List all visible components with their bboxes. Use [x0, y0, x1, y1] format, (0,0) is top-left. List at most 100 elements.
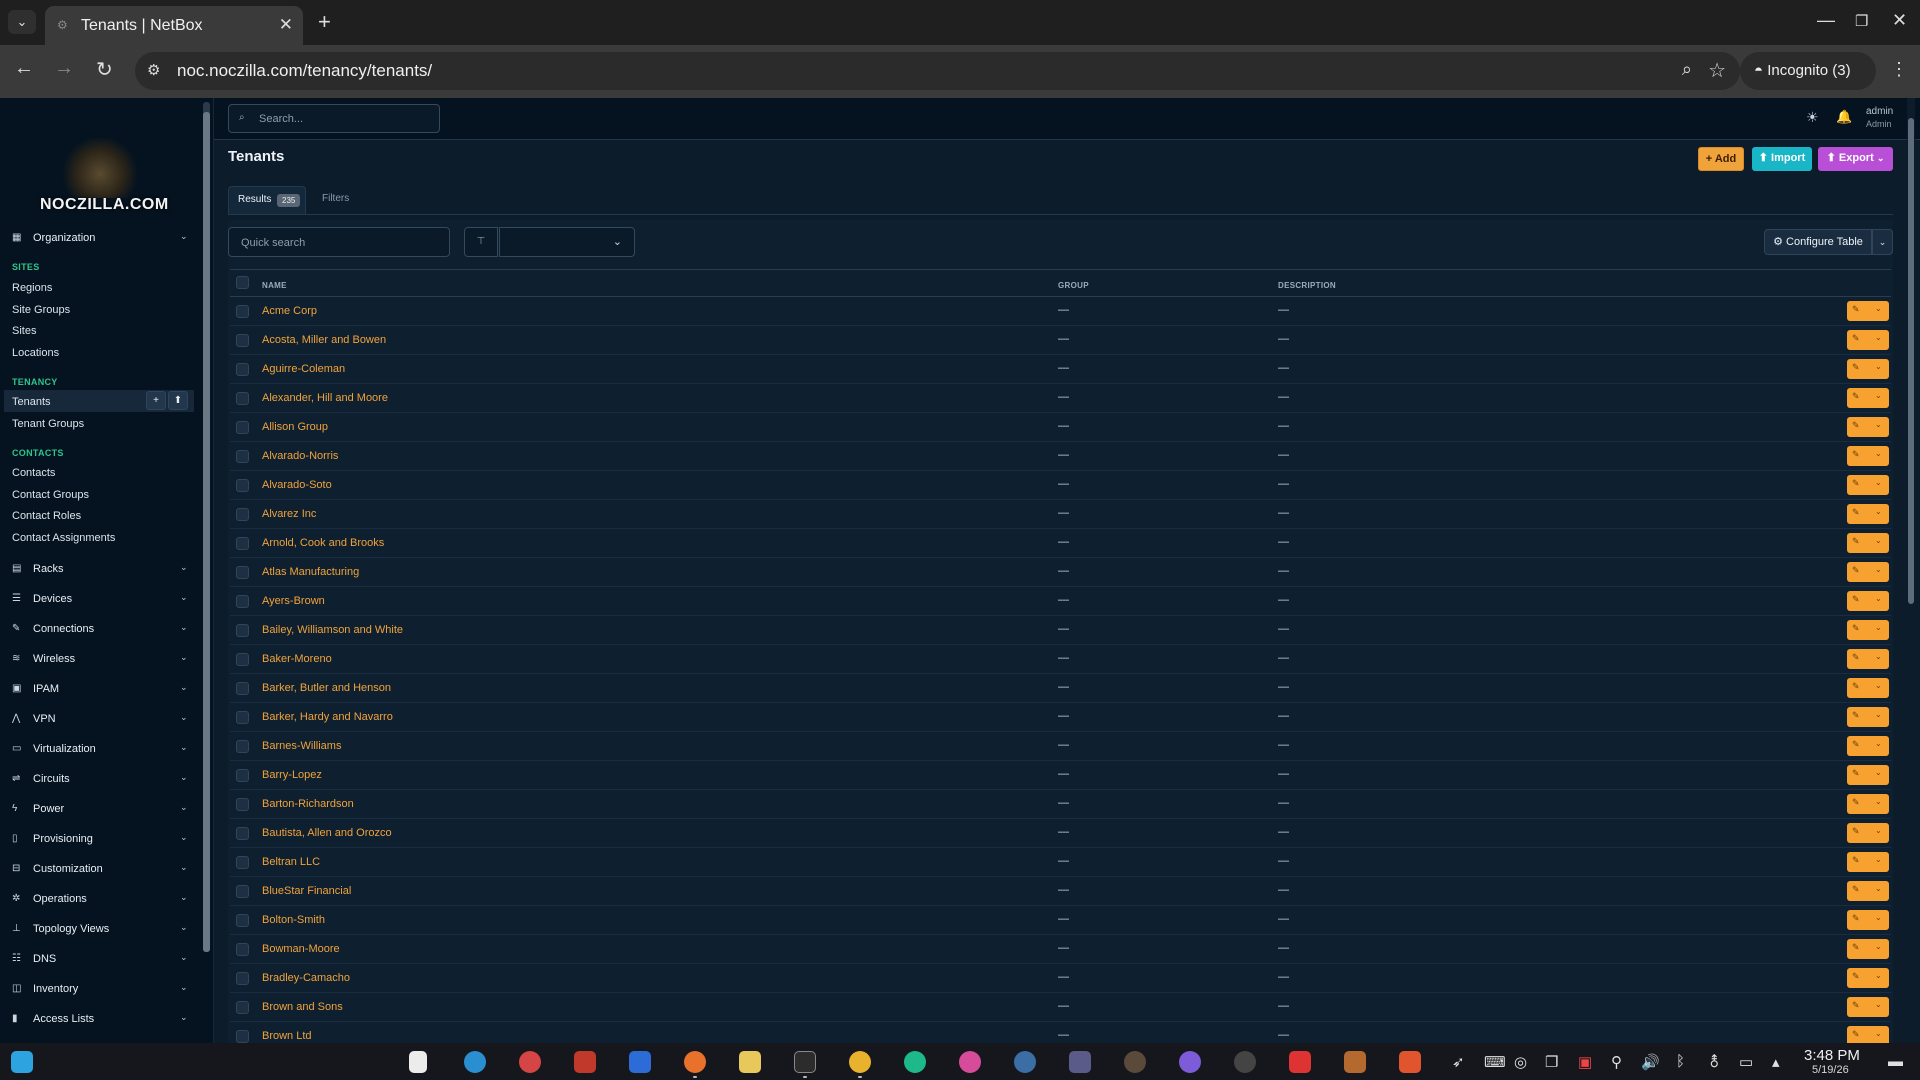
tenant-name-link[interactable]: Arnold, Cook and Brooks [262, 537, 384, 549]
site-info-icon[interactable]: ⚙ [147, 61, 160, 79]
tray-volume-icon[interactable]: 🔊 [1641, 1053, 1660, 1071]
row-select-checkbox[interactable] [236, 943, 249, 956]
tray-location-icon[interactable]: ⚲ [1611, 1053, 1622, 1071]
row-select-checkbox[interactable] [236, 595, 249, 608]
edit-row-button[interactable]: ✎ ⌄ [1847, 562, 1889, 582]
color-picker-icon[interactable] [959, 1051, 981, 1073]
close-window-icon[interactable]: ✕ [1892, 10, 1907, 31]
clock-time[interactable]: 3:48 PM [1804, 1047, 1860, 1064]
krita-icon[interactable] [1179, 1051, 1201, 1073]
tenant-name-link[interactable]: Ayers-Brown [262, 595, 325, 607]
row-select-checkbox[interactable] [236, 421, 249, 434]
quick-search-input[interactable] [241, 234, 431, 252]
row-select-checkbox[interactable] [236, 711, 249, 724]
incognito-profile-button[interactable]: ◓ Incognito (3) [1740, 52, 1876, 90]
row-select-checkbox[interactable] [236, 566, 249, 579]
tenant-name-link[interactable]: Brown Ltd [262, 1030, 312, 1042]
kde-connect-icon[interactable] [464, 1051, 486, 1073]
tenant-name-link[interactable]: Alexander, Hill and Moore [262, 392, 388, 404]
brave-icon[interactable] [1399, 1051, 1421, 1073]
zoom-magnifier-icon[interactable]: ⌕ [1682, 59, 1692, 80]
tray-expand-icon[interactable]: ▴ [1772, 1053, 1780, 1071]
files-app-icon[interactable] [409, 1051, 427, 1073]
edit-row-button[interactable]: ✎ ⌄ [1847, 301, 1889, 321]
address-bar[interactable]: ⚙ noc.noczilla.com/tenancy/tenants/ ⌕ ☆ [135, 52, 1740, 90]
quick-search[interactable] [228, 227, 450, 257]
tray-screen-icon[interactable]: ▭ [1739, 1053, 1753, 1071]
tenant-name-link[interactable]: Bolton-Smith [262, 914, 325, 926]
back-arrow-icon[interactable]: ← [14, 57, 34, 80]
edit-row-button[interactable]: ✎ ⌄ [1847, 823, 1889, 843]
edit-row-button[interactable]: ✎ ⌄ [1847, 417, 1889, 437]
edit-row-button[interactable]: ✎ ⌄ [1847, 939, 1889, 959]
bookmark-star-icon[interactable]: ☆ [1708, 58, 1726, 83]
edit-row-button[interactable]: ✎ ⌄ [1847, 852, 1889, 872]
tenant-name-link[interactable]: Alvarado-Soto [262, 479, 332, 491]
tenant-name-link[interactable]: Barnes-Williams [262, 740, 341, 752]
tray-display-icon[interactable]: ▣ [1578, 1053, 1592, 1071]
select-all-checkbox[interactable] [236, 276, 249, 289]
import-button[interactable]: ⬆ Import [1752, 147, 1812, 171]
tenant-name-link[interactable]: Acme Corp [262, 305, 317, 317]
row-select-checkbox[interactable] [236, 769, 249, 782]
row-select-checkbox[interactable] [236, 914, 249, 927]
obs-icon[interactable] [1014, 1051, 1036, 1073]
tray-clipboard-icon[interactable]: ❐ [1545, 1053, 1558, 1071]
row-select-checkbox[interactable] [236, 537, 249, 550]
edit-row-button[interactable]: ✎ ⌄ [1847, 504, 1889, 524]
close-tab-icon[interactable]: ✕ [279, 15, 293, 35]
row-select-checkbox[interactable] [236, 653, 249, 666]
tenant-name-link[interactable]: Beltran LLC [262, 856, 320, 868]
row-select-checkbox[interactable] [236, 450, 249, 463]
tenant-name-link[interactable]: Barry-Lopez [262, 769, 322, 781]
terminal-icon[interactable] [794, 1051, 816, 1073]
file-manager-icon[interactable] [739, 1051, 761, 1073]
row-select-checkbox[interactable] [236, 972, 249, 985]
row-select-checkbox[interactable] [236, 1030, 249, 1043]
forward-arrow-icon[interactable]: → [54, 57, 74, 80]
row-select-checkbox[interactable] [236, 305, 249, 318]
tray-rocket-icon[interactable]: ➶ [1452, 1053, 1465, 1071]
row-select-checkbox[interactable] [236, 624, 249, 637]
tenant-name-link[interactable]: Aguirre-Coleman [262, 363, 345, 375]
tenant-name-link[interactable]: Brown and Sons [262, 1001, 343, 1013]
edit-row-button[interactable]: ✎ ⌄ [1847, 707, 1889, 727]
browser-menu-icon[interactable]: ⋮ [1890, 59, 1908, 80]
row-select-checkbox[interactable] [236, 508, 249, 521]
game-icon[interactable] [1344, 1051, 1366, 1073]
edit-row-button[interactable]: ✎ ⌄ [1847, 446, 1889, 466]
edit-row-button[interactable]: ✎ ⌄ [1847, 1026, 1889, 1044]
edit-row-button[interactable]: ✎ ⌄ [1847, 388, 1889, 408]
tenant-name-link[interactable]: Bautista, Allen and Orozco [262, 827, 392, 839]
row-select-checkbox[interactable] [236, 479, 249, 492]
edit-row-button[interactable]: ✎ ⌄ [1847, 649, 1889, 669]
tray-bluetooth-icon[interactable]: ᛒ [1676, 1053, 1685, 1070]
row-select-checkbox[interactable] [236, 885, 249, 898]
row-select-checkbox[interactable] [236, 827, 249, 840]
office-app-icon[interactable] [629, 1051, 651, 1073]
add-button[interactable]: + Add [1698, 147, 1744, 171]
tray-keyboard-icon[interactable]: ⌨ [1484, 1053, 1506, 1071]
tenant-name-link[interactable]: Acosta, Miller and Bowen [262, 334, 386, 346]
vivaldi-icon[interactable] [1289, 1051, 1311, 1073]
row-select-checkbox[interactable] [236, 740, 249, 753]
tray-steam-icon[interactable]: ◎ [1514, 1053, 1527, 1071]
minimize-window-icon[interactable]: — [1817, 10, 1835, 31]
firefox-icon[interactable] [684, 1051, 706, 1073]
tenant-name-link[interactable]: Atlas Manufacturing [262, 566, 359, 578]
virtualbox-icon[interactable] [1069, 1051, 1091, 1073]
tenant-name-link[interactable]: Barker, Hardy and Navarro [262, 711, 393, 723]
address-url[interactable]: noc.noczilla.com/tenancy/tenants/ [177, 61, 432, 81]
edit-row-button[interactable]: ✎ ⌄ [1847, 910, 1889, 930]
tab-filters[interactable]: Filters [322, 193, 349, 204]
sync-app-icon[interactable] [519, 1051, 541, 1073]
edit-row-button[interactable]: ✎ ⌄ [1847, 591, 1889, 611]
edit-row-button[interactable]: ✎ ⌄ [1847, 997, 1889, 1017]
tenant-name-link[interactable]: Alvarado-Norris [262, 450, 338, 462]
filter-funnel-icon[interactable]: ⊤ [464, 227, 498, 257]
row-select-checkbox[interactable] [236, 798, 249, 811]
new-tab-plus-icon[interactable]: + [318, 9, 331, 35]
main-scrollbar-thumb[interactable] [1908, 118, 1914, 604]
tenant-name-link[interactable]: Bailey, Williamson and White [262, 624, 403, 636]
tenant-name-link[interactable]: Bradley-Camacho [262, 972, 350, 984]
